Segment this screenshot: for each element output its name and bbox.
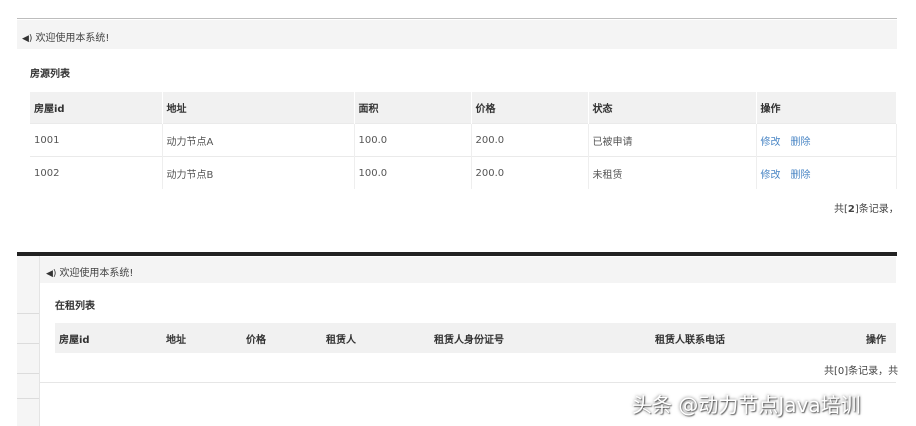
cell-address: 动力节点A [162, 123, 355, 157]
pagination-info: 共[0]条记录，共 [824, 366, 899, 377]
cell-actions: 修改 删除 [756, 123, 897, 157]
column-header: 租赁人 [322, 323, 430, 353]
column-header: 状态 [588, 92, 757, 124]
left-sidebar [17, 256, 40, 426]
column-header: 面积 [354, 92, 472, 124]
column-header: 地址 [162, 92, 355, 124]
cell-actions: 修改 删除 [756, 156, 897, 189]
section-title-listings: 房源列表 [30, 69, 70, 80]
welcome-bar [17, 20, 897, 49]
cell-id: 1002 [30, 156, 163, 189]
table-row: 1001 动力节点A 100.0 200.0 已被申请 修改 删除 [30, 123, 897, 157]
welcome-message: ◀) 欢迎使用本系统! [22, 29, 109, 44]
panel-divider [17, 252, 897, 256]
cell-id: 1001 [30, 123, 163, 157]
pagination-info: 共[2]条记录， [834, 204, 899, 215]
delete-link[interactable]: 删除 [791, 137, 811, 148]
cell-price: 200.0 [471, 123, 589, 157]
welcome-bar [40, 257, 896, 283]
section-title-rentals: 在租列表 [55, 301, 95, 312]
column-header: 操作 [862, 323, 896, 353]
speaker-icon: ◀) [22, 34, 33, 44]
cell-price: 200.0 [471, 156, 589, 189]
cell-area: 100.0 [354, 156, 472, 189]
column-header: 价格 [242, 323, 322, 353]
edit-link[interactable]: 修改 [761, 137, 781, 148]
welcome-text: 欢迎使用本系统! [59, 268, 134, 279]
cell-status: 已被申请 [588, 123, 757, 157]
cell-status: 未租赁 [588, 156, 757, 189]
column-header: 价格 [471, 92, 589, 124]
speaker-icon: ◀) [46, 269, 57, 279]
sidebar-divider [17, 343, 39, 344]
cell-address: 动力节点B [162, 156, 355, 189]
table-row: 1002 动力节点B 100.0 200.0 未租赁 修改 删除 [30, 156, 897, 189]
column-header: 操作 [756, 92, 897, 124]
record-count: 2 [847, 204, 855, 215]
table-header-row: 房屋id 地址 价格 租赁人 租赁人身份证号 租赁人联系电话 操作 [55, 323, 896, 353]
sidebar-divider [17, 398, 39, 399]
delete-link[interactable]: 删除 [791, 170, 811, 181]
column-header: 租赁人联系电话 [651, 323, 862, 353]
top-border [17, 18, 897, 19]
table-footer-rule [40, 382, 896, 383]
rentals-table: 房屋id 地址 价格 租赁人 租赁人身份证号 租赁人联系电话 操作 [55, 323, 896, 353]
watermark: 头条 @动力节点Java培训 [632, 393, 861, 417]
column-header: 房屋id [30, 92, 163, 124]
sidebar-divider [17, 373, 39, 374]
listings-table: 房屋id 地址 面积 价格 状态 操作 1001 动力节点A 100.0 200… [30, 92, 897, 189]
column-header: 租赁人身份证号 [430, 323, 651, 353]
column-header: 地址 [162, 323, 242, 353]
edit-link[interactable]: 修改 [761, 170, 781, 181]
welcome-message: ◀) 欢迎使用本系统! [46, 264, 133, 279]
welcome-text: 欢迎使用本系统! [35, 33, 110, 44]
cell-area: 100.0 [354, 123, 472, 157]
column-header: 房屋id [55, 323, 162, 353]
sidebar-divider [17, 313, 39, 314]
table-header-row: 房屋id 地址 面积 价格 状态 操作 [30, 92, 897, 124]
